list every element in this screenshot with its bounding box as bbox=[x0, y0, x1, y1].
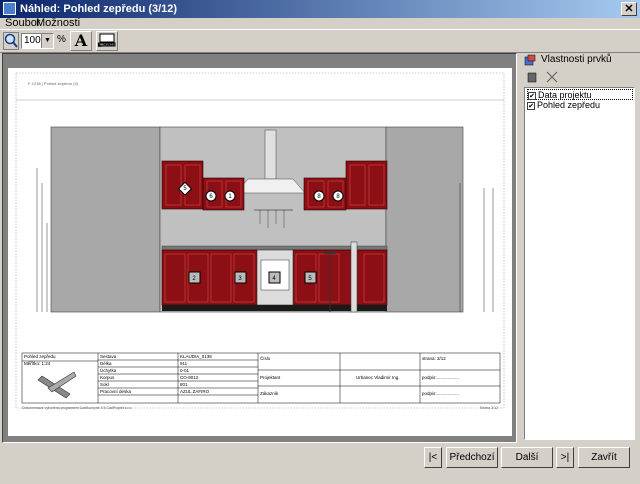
first-page-button[interactable]: |< bbox=[424, 447, 442, 468]
close-icon[interactable] bbox=[545, 70, 559, 84]
list-item[interactable]: ✔ Pohled zepředu bbox=[527, 100, 600, 111]
export-label: ◣ RAD bbox=[98, 42, 115, 48]
scale-cell: Měřítko: 1:24 bbox=[24, 361, 51, 366]
svg-text:Zákazník: Zákazník bbox=[260, 391, 279, 396]
drawing-canvas: F-1238 | Pohled zepředu (3) 5 6 1 8 8 2 … bbox=[15, 72, 505, 410]
svg-text:AZUL ZAFIRO: AZUL ZAFIRO bbox=[180, 389, 210, 394]
zoom-unit: % bbox=[57, 34, 66, 45]
close-window-button[interactable]: ✕ bbox=[621, 2, 637, 16]
svg-text:strana: 3/12: strana: 3/12 bbox=[422, 356, 446, 361]
tag-marker: 6 bbox=[205, 190, 217, 202]
toolbar: 100 ▼ % A ◣ RAD bbox=[0, 29, 640, 53]
properties-panel: Vlastnosti prvků ✔ Data projektu ✔ Pohled … bbox=[521, 53, 638, 443]
base-tag: 2 bbox=[188, 271, 201, 284]
tag-marker: 8 bbox=[332, 190, 344, 202]
chevron-down-icon[interactable]: ▼ bbox=[41, 34, 53, 48]
properties-title: Vlastnosti prvků bbox=[541, 54, 612, 65]
delete-icon[interactable] bbox=[525, 70, 539, 84]
svg-text:podpis:..................: podpis:.................. bbox=[422, 375, 459, 380]
footer-left: Dokumentace vytvořena programem CadKuchy… bbox=[22, 406, 132, 410]
text-tool-button[interactable]: A bbox=[70, 31, 92, 51]
last-page-button[interactable]: >| bbox=[556, 447, 574, 468]
drawing-header: F-1238 | Pohled zepředu (3) bbox=[28, 81, 79, 86]
svg-text:Sestava: Sestava bbox=[100, 354, 117, 359]
next-button[interactable]: Další bbox=[501, 447, 553, 468]
view-name-cell: Pohled zepředu bbox=[24, 354, 56, 359]
svg-text:801: 801 bbox=[180, 382, 188, 387]
preview-area[interactable]: F-1238 | Pohled zepředu (3) 5 6 1 8 8 2 … bbox=[2, 53, 517, 443]
close-button[interactable]: Zavřít bbox=[578, 447, 630, 468]
svg-text:0-01: 0-01 bbox=[180, 368, 190, 373]
tag-marker: 8 bbox=[313, 190, 325, 202]
list-item[interactable]: ✔ Data projektu bbox=[527, 89, 633, 100]
svg-text:CO-9012: CO-9012 bbox=[180, 375, 199, 380]
svg-text:KLAUDIA_0138: KLAUDIA_0138 bbox=[180, 354, 212, 359]
company-logo bbox=[37, 371, 77, 399]
svg-text:Délka: Délka bbox=[100, 361, 112, 366]
properties-list: ✔ Data projektu ✔ Pohled zepředu bbox=[524, 87, 635, 440]
checkbox[interactable]: ✔ bbox=[528, 91, 536, 100]
svg-text:Číslo: Číslo bbox=[260, 355, 271, 361]
zoom-icon[interactable] bbox=[3, 32, 19, 50]
title-bar: Náhled: Pohled zepředu (3/12) ✕ bbox=[0, 0, 640, 18]
menu-moznosti[interactable]: Možnosti bbox=[36, 17, 80, 29]
previous-button[interactable]: Předchozí bbox=[446, 447, 498, 468]
svg-text:Projektant: Projektant bbox=[260, 375, 281, 380]
svg-text:Urbanec Vladimír Ing.: Urbanec Vladimír Ing. bbox=[356, 375, 400, 380]
export-button[interactable]: ◣ RAD bbox=[96, 31, 118, 51]
tag-marker: 1 bbox=[224, 190, 236, 202]
svg-text:Korpus: Korpus bbox=[100, 375, 115, 380]
zoom-select[interactable]: 100 ▼ bbox=[21, 33, 54, 49]
base-tag: 4 bbox=[268, 271, 281, 284]
properties-toolbar bbox=[521, 68, 638, 86]
drawing-page: F-1238 | Pohled zepředu (3) 5 6 1 8 8 2 … bbox=[8, 68, 512, 436]
svg-text:911: 911 bbox=[180, 361, 188, 366]
base-tag: 3 bbox=[234, 271, 247, 284]
app-icon bbox=[3, 2, 16, 15]
properties-icon bbox=[524, 54, 536, 66]
svg-text:podpis:..................: podpis:.................. bbox=[422, 391, 459, 396]
svg-text:Sokl: Sokl bbox=[100, 382, 109, 387]
window-title: Náhled: Pohled zepředu (3/12) bbox=[20, 3, 178, 15]
base-tag: 5 bbox=[304, 271, 317, 284]
zoom-value: 100 bbox=[24, 35, 41, 46]
checkbox[interactable]: ✔ bbox=[527, 101, 535, 110]
svg-text:Pracovní deska: Pracovní deska bbox=[100, 389, 132, 394]
svg-text:Úchytka: Úchytka bbox=[100, 367, 117, 373]
properties-header: Vlastnosti prvků bbox=[521, 53, 638, 67]
footer-right: Strana 3/12 bbox=[480, 406, 498, 410]
